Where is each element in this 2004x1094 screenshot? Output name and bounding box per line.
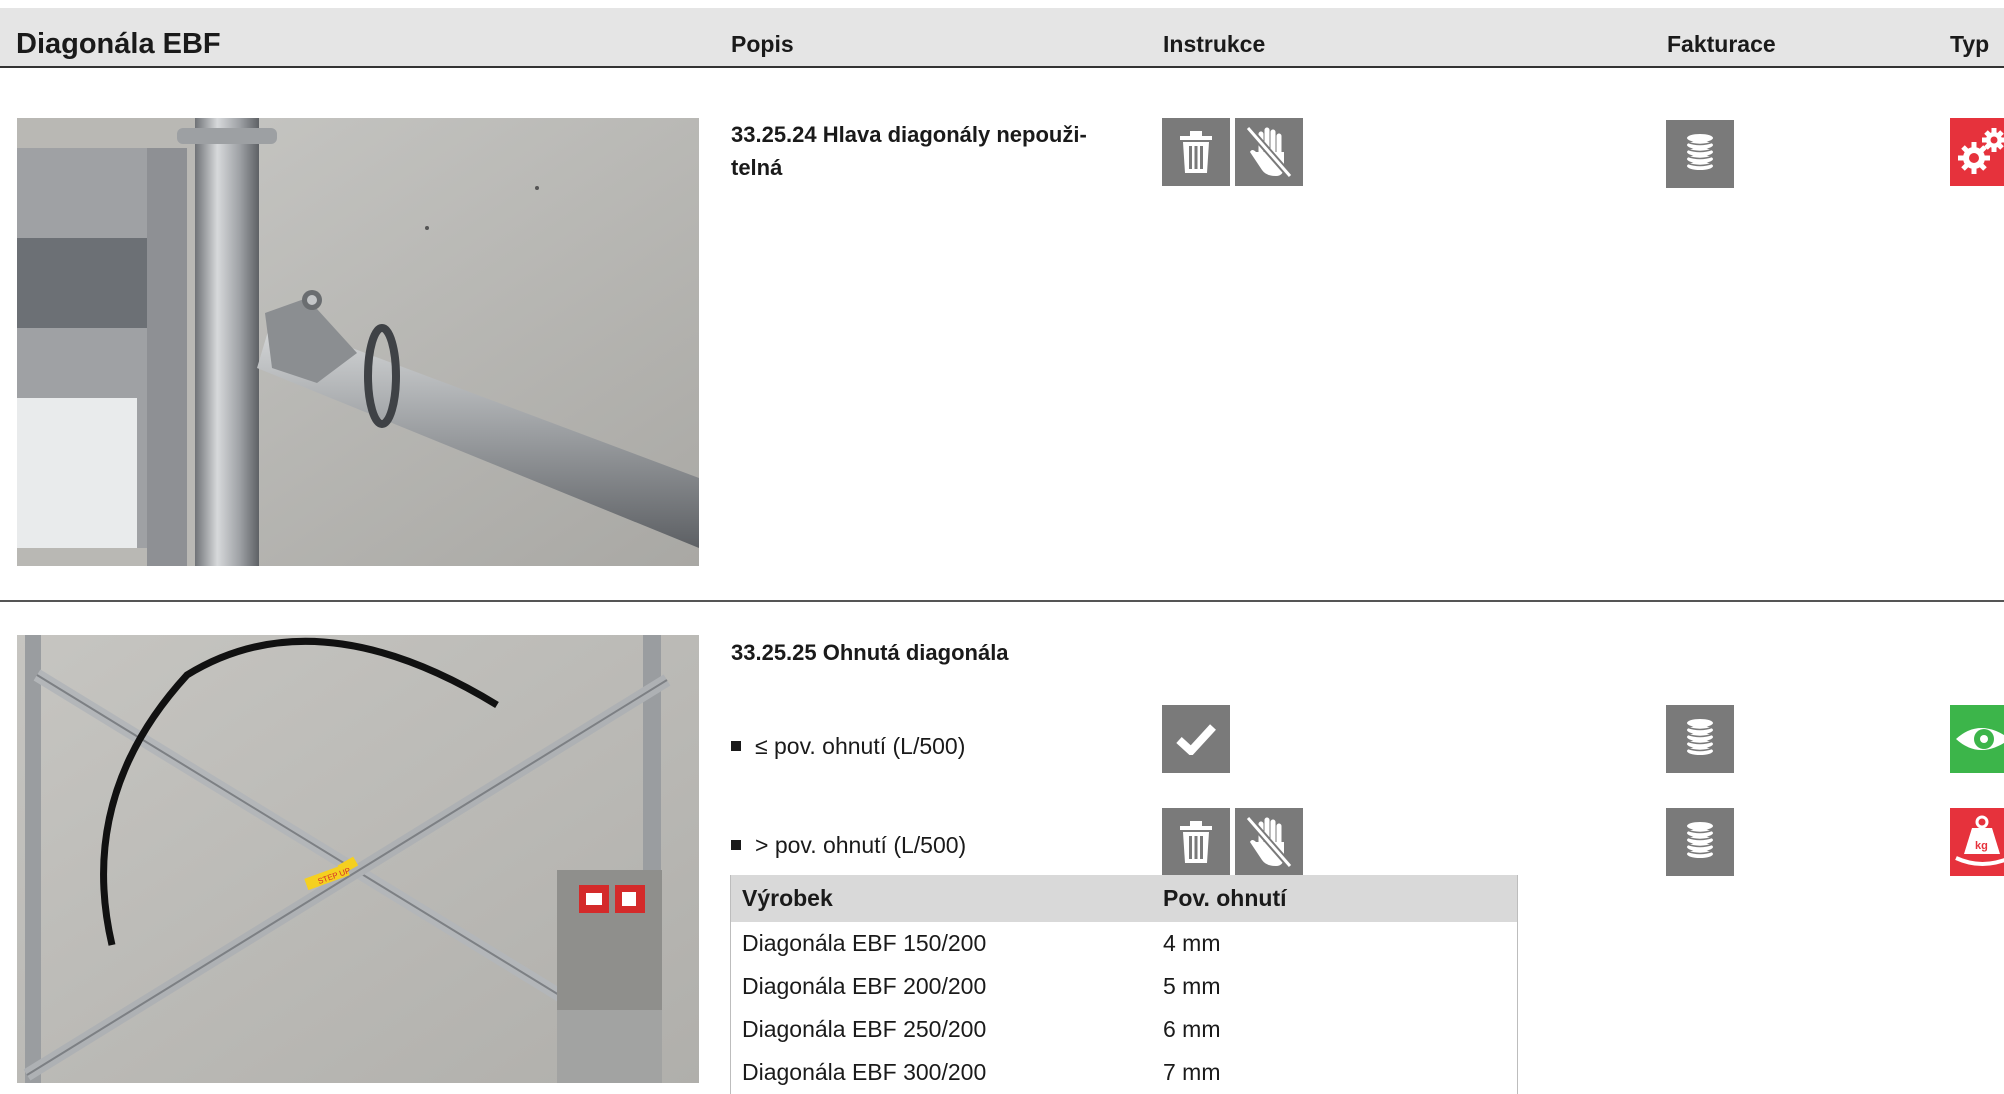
list-item-text: ≤ pov. ohnutí (L/500) bbox=[755, 733, 966, 759]
gears-icon bbox=[1950, 118, 2004, 186]
table-cell: 5 mm bbox=[1163, 973, 1221, 999]
table-cell: 6 mm bbox=[1163, 1016, 1221, 1042]
weight-kg-icon: kg bbox=[1950, 808, 2004, 876]
coin-stack-icon bbox=[1666, 705, 1734, 773]
list-item-text: > pov. ohnutí (L/500) bbox=[755, 832, 967, 858]
column-header-fakturace: Fakturace bbox=[1667, 31, 1776, 57]
weight-label: kg bbox=[1975, 840, 1988, 852]
table-cell: Diagonála EBF 250/200 bbox=[742, 1016, 987, 1042]
spec-table: Výrobek Pov. ohnutí Diagonála EBF 150/20… bbox=[730, 875, 1518, 1094]
section-title: 33.25.25 Ohnutá diagonála bbox=[731, 640, 1009, 665]
column-header-instrukce: Instrukce bbox=[1163, 31, 1266, 57]
bullet-icon bbox=[731, 839, 741, 850]
no-hand-icon bbox=[1235, 118, 1303, 186]
list-item: ≤ pov. ohnutí (L/500) bbox=[731, 733, 965, 760]
coin-stack-icon bbox=[1666, 808, 1734, 876]
photo-diagonal-head bbox=[17, 118, 699, 566]
table-header-cell: Výrobek bbox=[742, 885, 833, 911]
page-title: Diagonála EBF bbox=[16, 28, 221, 60]
section-title-line: telná bbox=[731, 155, 783, 180]
check-icon bbox=[1162, 705, 1230, 773]
table-header-cell: Pov. ohnutí bbox=[1163, 885, 1287, 911]
table-row: Diagonála EBF 200/200 5 mm bbox=[731, 965, 1517, 1008]
section-title: 33.25.24 Hlava diagonály nepouži- telná bbox=[731, 118, 1087, 184]
table-cell: Diagonála EBF 300/200 bbox=[742, 1059, 987, 1085]
eye-icon bbox=[1950, 705, 2004, 773]
photo-bent-diagonal: STEP UP bbox=[17, 635, 699, 1083]
section-title-line: 33.25.24 Hlava diagonály nepouži- bbox=[731, 122, 1087, 147]
column-header-popis: Popis bbox=[731, 31, 794, 57]
table-cell: 4 mm bbox=[1163, 930, 1221, 956]
table-header: Diagonála EBF Popis Instrukce Fakturace … bbox=[0, 8, 2004, 68]
table-cell: Diagonála EBF 200/200 bbox=[742, 973, 987, 999]
coin-stack-icon bbox=[1666, 120, 1734, 188]
table-row: Diagonála EBF 250/200 6 mm bbox=[731, 1008, 1517, 1051]
table-cell: Diagonála EBF 150/200 bbox=[742, 930, 987, 956]
list-item: > pov. ohnutí (L/500) bbox=[731, 832, 966, 859]
section-divider bbox=[0, 600, 2004, 602]
bullet-icon bbox=[731, 740, 741, 751]
no-hand-icon bbox=[1235, 808, 1303, 876]
column-header-typ: Typ bbox=[1950, 31, 1990, 57]
table-row: Diagonála EBF 150/200 4 mm bbox=[731, 922, 1517, 965]
table-cell: 7 mm bbox=[1163, 1059, 1221, 1085]
table-header-row: Výrobek Pov. ohnutí bbox=[731, 875, 1517, 922]
trash-icon bbox=[1162, 808, 1230, 876]
trash-icon bbox=[1162, 118, 1230, 186]
